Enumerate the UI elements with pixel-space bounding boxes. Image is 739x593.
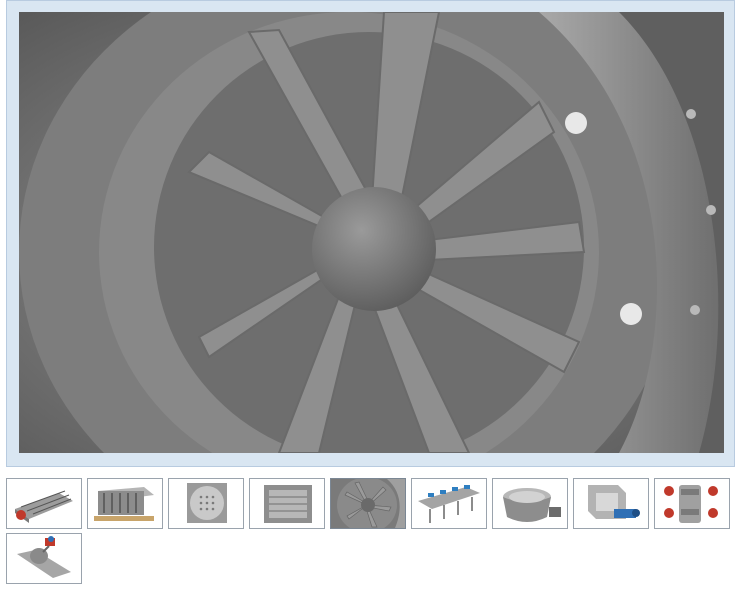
actuated-gate-damper-icon — [574, 479, 648, 528]
inline-damper-with-actuators-icon — [655, 479, 729, 528]
thumbnail[interactable] — [168, 478, 244, 529]
thumbnail-strip — [6, 478, 739, 588]
thumbnail[interactable] — [6, 478, 82, 529]
thumbnail[interactable] — [492, 478, 568, 529]
louver-damper-assembly-icon — [7, 479, 81, 528]
butterfly-valve-icon — [493, 479, 567, 528]
thumbnail[interactable] — [249, 478, 325, 529]
thumbnail[interactable] — [87, 478, 163, 529]
pipe-valve-red-actuator-icon — [7, 534, 81, 583]
round-perforated-plate-icon — [169, 479, 243, 528]
main-image[interactable] — [19, 12, 724, 453]
thumbnail-selected[interactable] — [330, 478, 406, 529]
thumbnail[interactable] — [573, 478, 649, 529]
thumbnail[interactable] — [411, 478, 487, 529]
filter-housing-crate-icon — [88, 479, 162, 528]
image-viewer — [6, 0, 735, 467]
fan-impeller-photo-icon — [331, 479, 405, 528]
rectangular-frame-damper-icon — [250, 479, 324, 528]
multi-blade-damper-rack-icon — [412, 479, 486, 528]
thumbnail[interactable] — [654, 478, 730, 529]
thumbnail[interactable] — [6, 533, 82, 584]
